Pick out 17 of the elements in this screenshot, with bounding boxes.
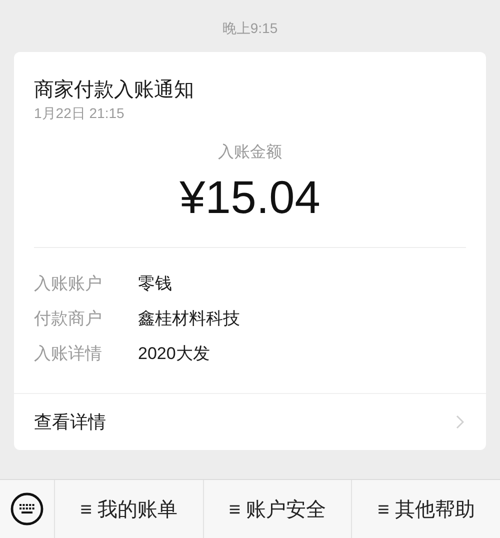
field-label: 入账详情 bbox=[34, 343, 103, 365]
field-value: 鑫桂材料科技 bbox=[138, 308, 240, 330]
card-date: 1月22日 21:15 bbox=[34, 104, 124, 122]
chevron-icon bbox=[456, 415, 464, 429]
menu-button[interactable]: ≡ 其他帮助 bbox=[352, 480, 500, 538]
menu-button[interactable]: ≡ 账户安全 bbox=[204, 480, 352, 538]
details-link[interactable]: 查看详情 bbox=[14, 393, 486, 450]
field-value: 零钱 bbox=[138, 273, 172, 295]
field-label: 入账账户 bbox=[34, 273, 103, 295]
field-value: 2020大发 bbox=[138, 343, 210, 365]
keyboard-icon bbox=[10, 492, 44, 526]
card-title: 商家付款入账通知 bbox=[34, 78, 194, 103]
message-time: 晚上9:15 bbox=[222, 19, 278, 38]
amount: ¥15.04 bbox=[180, 170, 320, 225]
field-label: 付款商户 bbox=[34, 308, 103, 330]
amount-label: 入账金额 bbox=[218, 142, 282, 163]
menu-button[interactable]: ≡ 我的账单 bbox=[55, 480, 204, 538]
